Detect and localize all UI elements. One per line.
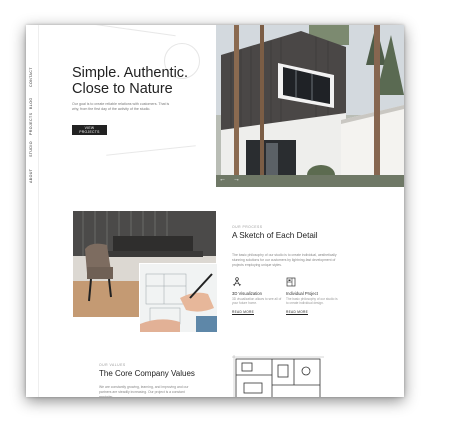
hero-title-line-2: Close to Nature: [72, 81, 173, 97]
values-title: The Core Company Values: [99, 369, 195, 378]
sketch-drawing-image: [139, 263, 218, 333]
sketch-eyebrow: OUR PROCESS: [232, 225, 263, 229]
decorative-line: [106, 145, 196, 156]
vertical-nav: ABOUT STUDIO PROJECTS BLOG CONTACT: [29, 65, 41, 185]
hero-text: Our goal is to create reliable relations…: [72, 102, 170, 111]
nav-item-blog[interactable]: BLOG: [29, 97, 33, 109]
hero-title: Simple. Authentic. Close to Nature: [72, 65, 222, 97]
values-eyebrow: OUR VALUES: [99, 363, 126, 367]
slider-arrows: ← →: [219, 176, 245, 183]
hero-house-image: ← →: [216, 25, 404, 187]
compass-icon: [232, 277, 242, 287]
nav-item-studio[interactable]: STUDIO: [29, 141, 33, 157]
arrow-right-icon[interactable]: →: [233, 176, 240, 183]
feature-title-individual: Individual Project: [286, 291, 318, 296]
feature-text-3d: 3D visualization allows to see all of yo…: [232, 297, 282, 306]
blueprint-icon: [286, 277, 296, 287]
arrow-left-icon[interactable]: ←: [219, 176, 226, 183]
nav-item-projects[interactable]: PROJECTS: [29, 113, 33, 135]
nav-item-contact[interactable]: CONTACT: [29, 67, 33, 87]
hero-title-line-1: Simple. Authentic.: [72, 65, 189, 81]
feature-text-individual: The basic philosophy of our studio is to…: [286, 297, 338, 306]
house-illustration: [216, 25, 404, 187]
values-text: We are constantly growing, learning, and…: [99, 385, 189, 397]
sketch-illustration: [140, 264, 217, 332]
floor-plan-image: [232, 355, 324, 397]
page: ABOUT STUDIO PROJECTS BLOG CONTACT Simpl…: [26, 25, 404, 397]
decorative-line: [86, 25, 176, 37]
read-more-individual-link[interactable]: READ MORE: [286, 310, 309, 315]
nav-item-about[interactable]: ABOUT: [29, 169, 33, 183]
feature-title-3d: 3D Visualization: [232, 291, 262, 296]
view-projects-button[interactable]: VIEW PROJECTS: [72, 125, 107, 135]
sketch-text: The basic philosophy of our studio is to…: [232, 253, 337, 267]
read-more-3d-link[interactable]: READ MORE: [232, 310, 255, 315]
sketch-title: A Sketch of Each Detail: [232, 231, 318, 240]
